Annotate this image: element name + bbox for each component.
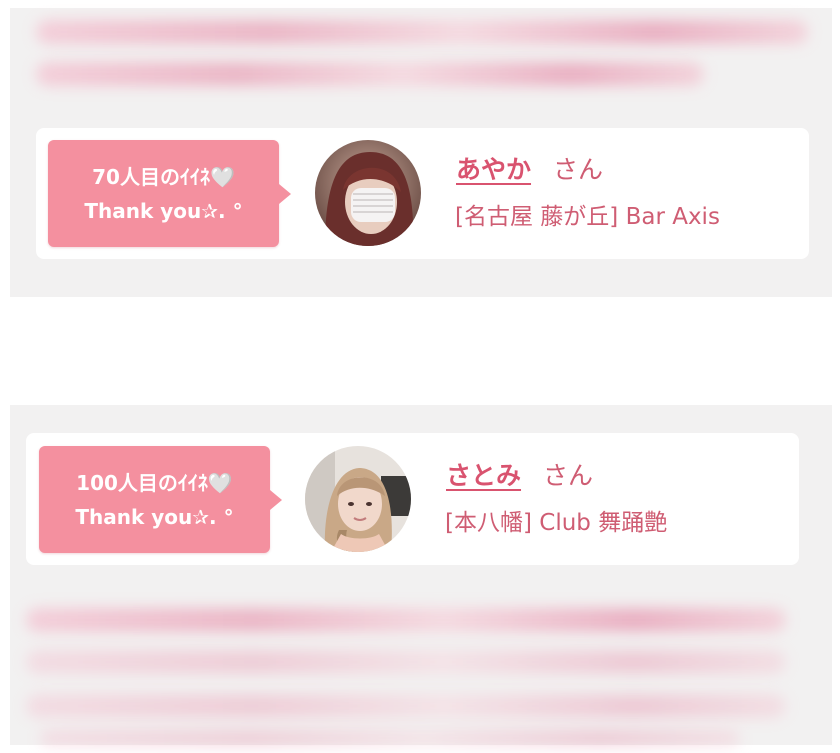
like-count-badge: 70人目のｲｲﾈ🤍 Thank you✰. °	[48, 140, 291, 247]
obscured-feed-text	[26, 694, 786, 718]
avatar-photo	[305, 446, 411, 552]
name-row: さとみ さん	[446, 461, 593, 491]
obscured-feed-text	[36, 62, 704, 86]
like-count-text: 100人目のｲｲﾈ🤍	[76, 470, 233, 495]
like-card: 70人目のｲｲﾈ🤍 Thank you✰. ° あやか さん [名古屋 藤が丘]…	[36, 128, 809, 259]
avatar-photo	[315, 140, 421, 246]
honorific-text: さん	[543, 461, 594, 490]
cast-name-link[interactable]: さとみ	[446, 461, 521, 490]
cast-name-link[interactable]: あやか	[456, 155, 531, 184]
shop-info: [名古屋 藤が丘] Bar Axis	[455, 204, 720, 230]
honorific-text: さん	[553, 155, 604, 184]
like-count-badge: 100人目のｲｲﾈ🤍 Thank you✰. °	[39, 446, 282, 553]
thank-you-text: Thank you✰. °	[84, 198, 243, 223]
like-card: 100人目のｲｲﾈ🤍 Thank you✰. ° さとみ さん [本八幡] Clu…	[26, 433, 799, 565]
obscured-feed-text	[36, 20, 808, 44]
obscured-feed-text	[26, 650, 786, 674]
avatar[interactable]	[305, 446, 411, 552]
shop-info: [本八幡] Club 舞踊艶	[445, 510, 668, 536]
thank-you-text: Thank you✰. °	[75, 504, 234, 529]
like-count-text: 70人目のｲｲﾈ🤍	[92, 164, 235, 189]
name-row: あやか さん	[456, 155, 603, 185]
avatar[interactable]	[315, 140, 421, 246]
obscured-feed-text	[26, 608, 786, 632]
obscured-feed-text	[40, 730, 740, 746]
